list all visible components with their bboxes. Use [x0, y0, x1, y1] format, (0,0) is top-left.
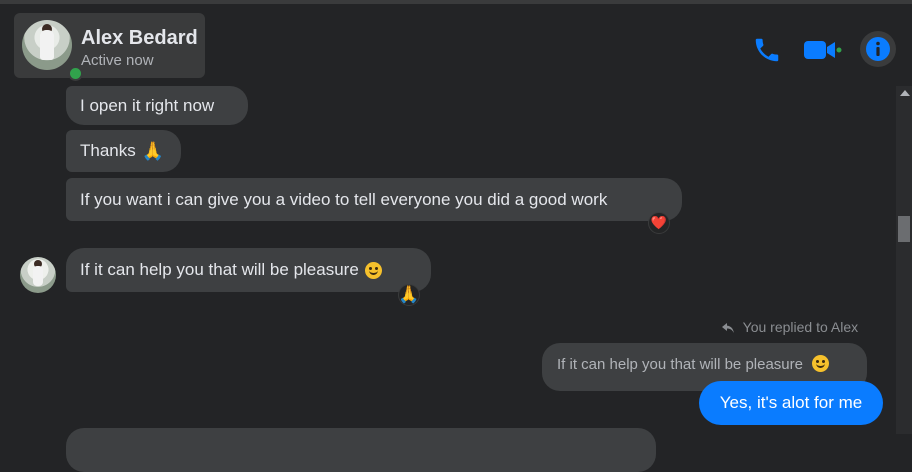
heart-reaction[interactable]: ❤️ — [648, 212, 670, 234]
reply-context-text: You replied to Alex — [742, 319, 859, 335]
incoming-message[interactable]: Thanks 🙏 — [66, 130, 181, 172]
message-text: If it can help you that will be pleasure — [80, 260, 359, 279]
contact-avatar[interactable] — [22, 20, 72, 70]
folded-hands-reaction[interactable]: 🙏 — [398, 284, 420, 306]
reply-context-label: You replied to Alex — [722, 319, 858, 335]
conversation-header: Alex Bedard Active now — [0, 4, 912, 86]
folded-hands-emoji: 🙏 — [141, 141, 165, 161]
smiley-emoji — [364, 261, 382, 279]
message-text: Yes, it's alot for me — [719, 393, 863, 412]
message-text: If you want i can give you a video to te… — [80, 189, 608, 209]
video-call-icon[interactable] — [802, 35, 842, 65]
incoming-message[interactable]: I open it right now — [66, 86, 248, 125]
contact-status: Active now — [81, 52, 154, 69]
scrollbar-track[interactable] — [896, 86, 912, 434]
scroll-up-arrow[interactable] — [900, 90, 910, 96]
scrollbar-thumb[interactable] — [898, 216, 910, 242]
contact-name[interactable]: Alex Bedard — [81, 27, 198, 50]
outgoing-message[interactable]: Yes, it's alot for me — [699, 381, 883, 425]
incoming-message-partial[interactable] — [66, 428, 656, 472]
smiley-emoji — [812, 355, 830, 372]
incoming-message[interactable]: If you want i can give you a video to te… — [66, 178, 682, 221]
reply-arrow-icon — [722, 323, 734, 333]
avatar-figure — [33, 266, 43, 286]
sender-avatar[interactable] — [20, 257, 56, 293]
info-icon — [866, 37, 890, 61]
quoted-text: If it can help you that will be pleasure — [557, 356, 803, 373]
info-button[interactable] — [860, 31, 896, 67]
incoming-message[interactable]: If it can help you that will be pleasure — [66, 248, 431, 292]
folded-hands-icon: 🙏 — [398, 285, 420, 304]
avatar-figure — [40, 30, 54, 60]
phone-icon[interactable] — [752, 35, 782, 65]
message-text: Thanks — [80, 141, 136, 160]
contact-card[interactable]: Alex Bedard Active now — [14, 13, 205, 81]
message-text: I open it right now — [80, 95, 215, 115]
